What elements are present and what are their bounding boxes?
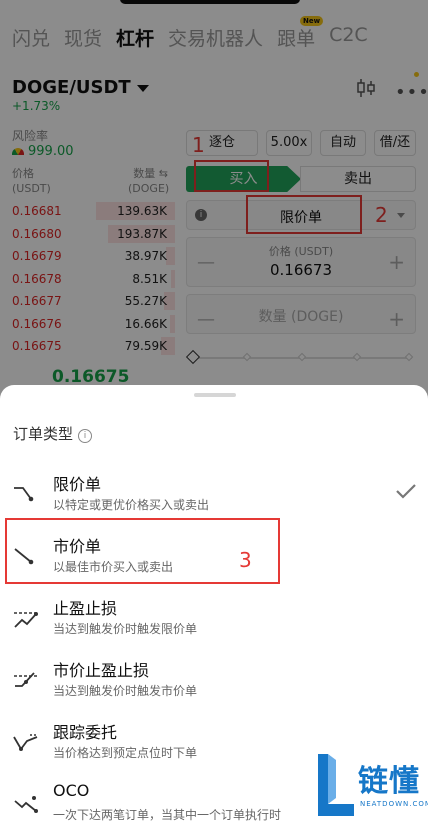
logo-mark-icon — [318, 754, 354, 816]
order-type-name: 限价单 — [53, 475, 102, 494]
logo-domain: NEATDOWN.COM — [360, 800, 428, 808]
trading-page: 闪兑 现货 杠杆 交易机器人 跟单 New C2C DOGE/USDT +1.73… — [0, 0, 428, 822]
order-type-name: 市价止盈止损 — [53, 661, 150, 680]
order-type-name: 止盈止损 — [53, 599, 118, 618]
annotation-number-3: 3 — [239, 548, 252, 572]
oco-icon — [14, 796, 38, 813]
sheet-handle[interactable] — [194, 393, 236, 397]
order-type-tp-sl[interactable]: 止盈止损 当达到触发价时触发限价单 — [0, 593, 428, 649]
order-type-name: OCO — [53, 781, 90, 800]
market-tp-sl-icon — [14, 672, 38, 687]
order-type-limit[interactable]: 限价单 以特定或更优价格买入或卖出 — [0, 469, 428, 525]
watermark-logo: 链懂 NEATDOWN.COM — [312, 750, 428, 821]
order-type-desc: 当达到触发价时触发市价单 — [53, 684, 198, 698]
order-type-desc: 当价格达到预定点位时下单 — [53, 746, 198, 760]
sheet-title-text: 订单类型 — [13, 425, 74, 443]
order-type-desc: 当达到触发价时触发限价单 — [53, 622, 198, 636]
sheet-title: 订单类型 i — [13, 423, 93, 444]
order-type-desc: 一次下达两笔订单，当其中一个订单执行时 — [53, 808, 282, 822]
order-type-name: 跟踪委托 — [53, 723, 118, 742]
logo-text: 链懂 — [358, 764, 420, 799]
info-icon[interactable]: i — [78, 429, 93, 443]
order-type-desc: 以特定或更优价格买入或卖出 — [53, 498, 210, 512]
limit-order-icon — [14, 487, 34, 502]
checkmark-icon — [396, 484, 416, 499]
tp-sl-icon — [14, 612, 38, 628]
order-type-market-tp-sl[interactable]: 市价止盈止损 当达到触发价时触发市价单 — [0, 655, 428, 711]
trailing-order-icon — [13, 734, 38, 751]
